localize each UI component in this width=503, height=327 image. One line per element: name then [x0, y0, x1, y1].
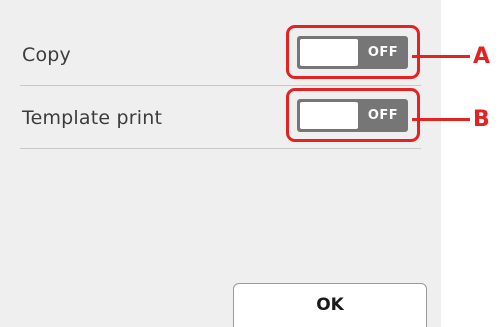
callout-letter-a: A [473, 44, 491, 69]
ok-button[interactable]: OK [233, 283, 427, 327]
copy-toggle[interactable]: OFF [297, 36, 408, 69]
highlight-frame-a: OFF [286, 25, 420, 79]
setting-row-copy: Copy OFF [20, 23, 421, 86]
setting-row-template-print: Template print OFF [20, 86, 421, 149]
figure: Copy OFF Template print OFF OK A B [0, 0, 503, 327]
settings-screen: Copy OFF Template print OFF OK [0, 0, 441, 327]
toggle-state-label: OFF [367, 45, 399, 60]
setting-label-copy: Copy [22, 44, 71, 66]
callout-line-b [412, 118, 470, 121]
toggle-state-label: OFF [367, 108, 399, 123]
toggle-knob [300, 39, 358, 66]
highlight-frame-b: OFF [286, 88, 420, 142]
template-print-toggle[interactable]: OFF [297, 99, 408, 132]
callout-line-a [412, 55, 470, 58]
callout-letter-b: B [473, 107, 490, 132]
setting-label-template-print: Template print [22, 107, 163, 129]
toggle-knob [300, 102, 358, 129]
